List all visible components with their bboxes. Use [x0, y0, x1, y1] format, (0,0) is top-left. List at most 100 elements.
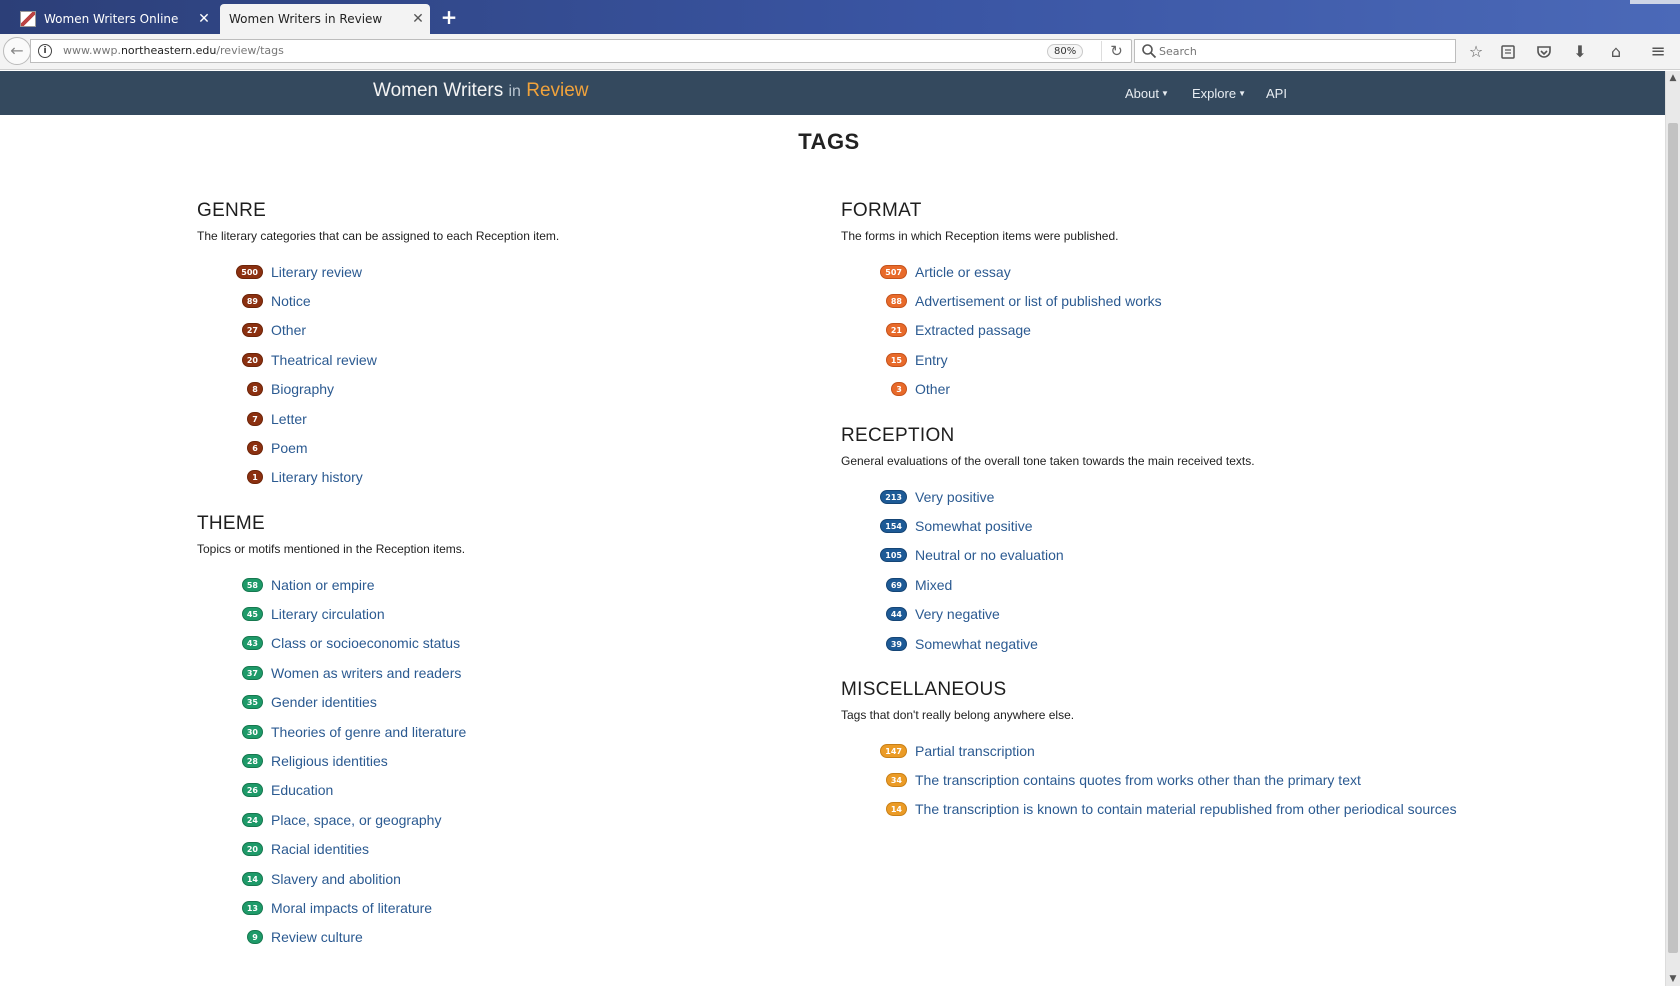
tag-link[interactable]: Gender identities	[271, 694, 377, 710]
tag-link[interactable]: Neutral or no evaluation	[915, 547, 1064, 563]
tag-link[interactable]: The transcription contains quotes from w…	[915, 772, 1361, 788]
pocket-icon[interactable]	[1533, 41, 1555, 63]
section-description: The literary categories that can be assi…	[197, 229, 560, 243]
count-badge: 3	[891, 382, 907, 397]
badge-cell: 213	[841, 489, 915, 504]
bookmark-star-icon[interactable]: ☆	[1465, 41, 1487, 63]
url-text[interactable]: www.wwp.northeastern.edu/review/tags	[63, 44, 284, 57]
tag-link[interactable]: Moral impacts of literature	[271, 900, 432, 916]
badge-cell: 21	[841, 323, 915, 338]
download-arrow-icon[interactable]: ⬇	[1569, 41, 1591, 63]
count-badge: 14	[241, 871, 263, 886]
badge-cell: 88	[841, 294, 915, 309]
page-scrollbar[interactable]: ▲ ▼	[1665, 71, 1680, 986]
tab-women-writers-online[interactable]: Women Writers Online ✕	[8, 4, 216, 34]
browser-search-box[interactable]	[1134, 39, 1456, 63]
tag-link[interactable]: Literary history	[271, 469, 363, 485]
reading-list-icon[interactable]	[1497, 41, 1519, 63]
scroll-down-arrow-icon[interactable]: ▼	[1666, 972, 1680, 986]
browser-tab-bar: Women Writers Online ✕ Women Writers in …	[0, 0, 1680, 34]
search-input[interactable]	[1159, 42, 1449, 60]
tag-row: 15 Entry	[841, 345, 1162, 374]
count-badge: 24	[241, 812, 263, 827]
new-tab-plus-icon[interactable]: +	[438, 6, 460, 28]
tag-link[interactable]: Education	[271, 782, 333, 798]
tag-link[interactable]: Literary review	[271, 264, 362, 280]
tag-row: 21 Extracted passage	[841, 316, 1162, 345]
tag-list: 147 Partial transcription 34 The transcript…	[841, 736, 1457, 824]
count-badge: 8	[247, 382, 263, 397]
tag-row: 45 Literary circulation	[197, 599, 466, 628]
nav-about-dropdown[interactable]: About ▼	[1125, 86, 1169, 101]
close-tab-icon[interactable]: ✕	[406, 11, 430, 27]
count-badge: 43	[241, 636, 263, 651]
badge-cell: 58	[197, 577, 271, 592]
tag-link[interactable]: Poem	[271, 440, 308, 456]
tag-link[interactable]: Somewhat positive	[915, 518, 1033, 534]
address-bar[interactable]: i www.wwp.northeastern.edu/review/tags 8…	[30, 39, 1132, 63]
tag-row: 3 Other	[841, 375, 1162, 404]
tag-link[interactable]: Other	[271, 322, 306, 338]
badge-cell: 9	[197, 930, 271, 945]
tag-link[interactable]: Partial transcription	[915, 743, 1035, 759]
badge-cell: 20	[197, 842, 271, 857]
badge-cell: 27	[197, 323, 271, 338]
reload-icon[interactable]: ↻	[1101, 41, 1131, 61]
tag-row: 27 Other	[197, 316, 559, 345]
tag-link[interactable]: Advertisement or list of published works	[915, 293, 1162, 309]
tag-link[interactable]: Extracted passage	[915, 322, 1031, 338]
count-badge: 13	[241, 900, 263, 915]
tag-link[interactable]: Theories of genre and literature	[271, 724, 466, 740]
site-info-icon[interactable]: i	[38, 44, 52, 58]
tag-row: 14 The transcription is known to contain …	[841, 795, 1457, 824]
tag-link[interactable]: Somewhat negative	[915, 636, 1038, 652]
count-badge: 500	[236, 264, 263, 279]
tag-link[interactable]: Women as writers and readers	[271, 665, 461, 681]
count-badge: 1	[247, 470, 263, 485]
count-badge: 21	[885, 323, 907, 338]
tag-link[interactable]: Religious identities	[271, 753, 388, 769]
scrollbar-thumb[interactable]	[1668, 123, 1678, 953]
tag-link[interactable]: Theatrical review	[271, 352, 377, 368]
section-heading: GENRE	[197, 200, 267, 221]
tag-link[interactable]: Literary circulation	[271, 606, 385, 622]
scroll-up-arrow-icon[interactable]: ▲	[1666, 71, 1680, 85]
tag-link[interactable]: Notice	[271, 293, 311, 309]
tab-women-writers-in-review[interactable]: Women Writers in Review ✕	[220, 4, 430, 34]
tag-link[interactable]: Article or essay	[915, 264, 1011, 280]
tag-row: 507 Article or essay	[841, 257, 1162, 286]
home-icon[interactable]: ⌂	[1605, 41, 1627, 63]
wwo-favicon-icon	[20, 11, 36, 27]
back-arrow-icon[interactable]: ←	[3, 37, 31, 65]
zoom-level-indicator[interactable]: 80%	[1047, 44, 1084, 59]
miscellaneous-section: MISCELLANEOUS Tags that don't really bel…	[841, 679, 1457, 824]
tag-link[interactable]: Letter	[271, 411, 307, 427]
tag-link[interactable]: Mixed	[915, 577, 952, 593]
badge-cell: 35	[197, 695, 271, 710]
tag-link[interactable]: The transcription is known to contain ma…	[915, 801, 1457, 817]
tag-link[interactable]: Class or socioeconomic status	[271, 635, 460, 651]
count-badge: 7	[247, 411, 263, 426]
tag-row: 26 Education	[197, 776, 466, 805]
tag-link[interactable]: Nation or empire	[271, 577, 375, 593]
tag-row: 213 Very positive	[841, 482, 1255, 511]
tag-link[interactable]: Slavery and abolition	[271, 871, 401, 887]
tag-link[interactable]: Racial identities	[271, 841, 369, 857]
close-tab-icon[interactable]: ✕	[192, 11, 216, 27]
reception-section: RECEPTION General evaluations of the ove…	[841, 425, 1255, 658]
nav-api-link[interactable]: API	[1266, 86, 1287, 101]
tag-link[interactable]: Biography	[271, 381, 334, 397]
tag-link[interactable]: Very negative	[915, 606, 1000, 622]
tag-link[interactable]: Review culture	[271, 929, 363, 945]
count-badge: 20	[241, 352, 263, 367]
tag-link[interactable]: Other	[915, 381, 950, 397]
tag-row: 69 Mixed	[841, 570, 1255, 599]
nav-explore-dropdown[interactable]: Explore ▼	[1192, 86, 1246, 101]
page-content: TAGS GENRE The literary categories that …	[0, 115, 1665, 986]
tag-link[interactable]: Place, space, or geography	[271, 812, 441, 828]
tag-link[interactable]: Very positive	[915, 489, 994, 505]
site-brand-logo[interactable]: Women Writers in Review	[373, 80, 589, 102]
tag-row: 6 Poem	[197, 433, 559, 462]
tag-link[interactable]: Entry	[915, 352, 948, 368]
hamburger-menu-icon[interactable]: ≡	[1647, 41, 1669, 63]
